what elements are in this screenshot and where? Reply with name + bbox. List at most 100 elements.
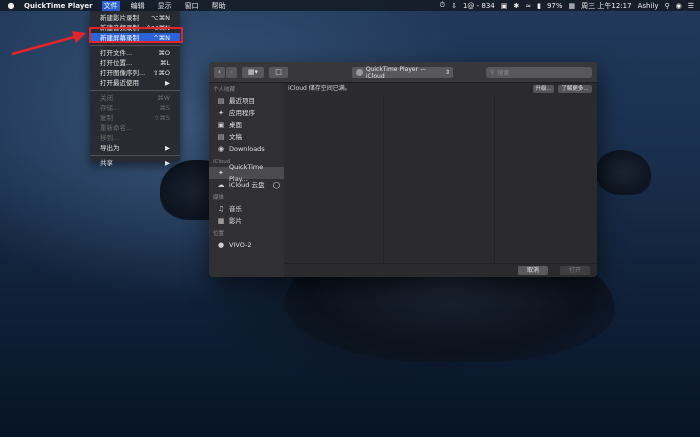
sidebar-item-documents[interactable]: ▤ 文稿: [209, 131, 284, 143]
menu-separator: [90, 155, 180, 156]
location-popup-label: QuickTime Player — iCloud: [365, 65, 426, 80]
sidebar-item-vivo-2[interactable]: ● VIVO-2: [209, 239, 284, 251]
submenu-arrow-icon: ▶: [165, 79, 170, 87]
sidebar-item-label: Downloads: [229, 145, 265, 153]
clock[interactable]: 周三 上午12:17: [581, 1, 631, 11]
bluetooth-icon[interactable]: ✱: [513, 2, 519, 10]
quicktime-icon: [356, 69, 363, 76]
browser-column[interactable]: [284, 95, 384, 263]
chevron-updown-icon: ⇕: [444, 69, 450, 76]
annotation-highlight-box: [89, 27, 183, 43]
menu-item-shortcut: ⌘S: [159, 104, 170, 112]
music-icon: ♫: [217, 205, 225, 213]
download-status-icon[interactable]: ⇩: [451, 2, 457, 10]
menu-item-label: 打开文件...: [100, 49, 133, 57]
menu-item-shortcut: ⌘L: [159, 59, 170, 67]
back-button[interactable]: ‹: [214, 67, 225, 78]
menu-item-save[interactable]: 存储... ⌘S: [90, 103, 180, 113]
cloud-icon: ☁: [217, 181, 225, 189]
sidebar-item-quicktime-player[interactable]: ✦ QuickTime Play...: [209, 163, 284, 183]
menu-item-shortcut: ⌥⌘N: [151, 14, 170, 22]
menu-help[interactable]: 帮助: [210, 1, 228, 11]
open-file-dialog: ‹ › ▦▾ □ QuickTime Player — iCloud ⇕ ⚲ 搜…: [209, 62, 597, 277]
learn-more-button[interactable]: 了解更多...: [558, 85, 592, 93]
location-popup[interactable]: QuickTime Player — iCloud ⇕: [352, 65, 453, 80]
recents-icon: ▤: [217, 97, 225, 105]
menu-view[interactable]: 显示: [156, 1, 174, 11]
applications-icon: ✦: [218, 109, 224, 117]
menu-item-duplicate[interactable]: 复制 ⇧⌘S: [90, 113, 180, 123]
browser-column[interactable]: [385, 95, 495, 263]
forward-button[interactable]: ›: [226, 67, 237, 78]
sidebar-item-applications[interactable]: ✦ 应用程序: [209, 107, 284, 119]
progress-pie-icon: ◯: [272, 181, 280, 189]
sidebar-item-icloud-drive[interactable]: ☁ iCloud 云盘 ◯: [209, 179, 284, 191]
search-icon[interactable]: ⚲: [664, 2, 669, 10]
menu-item-close[interactable]: 关闭 ⌘W: [90, 93, 180, 103]
menu-item-label: 导出为: [100, 144, 120, 152]
menu-item-open-recent[interactable]: 打开最近使用 ▶: [90, 78, 180, 88]
sidebar-item-movies[interactable]: ▦ 影片: [209, 215, 284, 227]
sidebar-item-label: iCloud 云盘: [229, 181, 265, 189]
disk-icon: ●: [217, 241, 225, 249]
sidebar-item-label: 应用程序: [229, 109, 255, 117]
downloads-icon: ◉: [217, 145, 225, 153]
menu-item-move-to[interactable]: 移到...: [90, 133, 180, 143]
menu-window[interactable]: 窗口: [183, 1, 201, 11]
dialog-sidebar: 个人收藏 ▤ 最近项目 ✦ 应用程序 ▣ 桌面 ▤ 文稿 ◉ Downloads…: [209, 83, 284, 277]
quicktime-icon: ✦: [218, 169, 224, 177]
timemachine-icon[interactable]: ⏱: [440, 1, 445, 10]
apple-icon[interactable]: ●: [6, 1, 16, 10]
sidebar-item-music[interactable]: ♫ 音乐: [209, 203, 284, 215]
menu-item-label: 打开图像序列...: [100, 69, 146, 77]
menu-item-label: 共享: [100, 159, 113, 167]
menu-item-share[interactable]: 共享 ▶: [90, 158, 180, 168]
sidebar-item-recents[interactable]: ▤ 最近项目: [209, 95, 284, 107]
status-battery-label[interactable]: 1@ - 834: [463, 2, 495, 10]
siri-icon[interactable]: ◉: [676, 2, 682, 10]
menu-item-rename[interactable]: 重新命名...: [90, 123, 180, 133]
app-name-menu[interactable]: QuickTime Player: [24, 2, 93, 10]
menu-item-shortcut: ⌘W: [157, 94, 170, 102]
open-button[interactable]: 打开: [560, 266, 590, 275]
menu-file[interactable]: 文件: [101, 0, 120, 11]
file-browser-content: iCloud 储存空间已满。 升级... 了解更多...: [284, 83, 597, 263]
sidebar-item-label: 文稿: [229, 133, 242, 141]
search-input[interactable]: ⚲ 搜索: [486, 67, 592, 78]
menu-item-open-file[interactable]: 打开文件... ⌘O: [90, 48, 180, 58]
sidebar-item-label: 音乐: [229, 205, 242, 213]
battery-percent[interactable]: 97%: [547, 2, 563, 10]
menu-item-label: 打开最近使用: [100, 79, 139, 87]
movies-icon: ▦: [217, 217, 225, 225]
view-mode-button[interactable]: ▦▾: [242, 67, 264, 78]
dialog-bottom-bar: 取消 打开: [284, 263, 597, 277]
display-icon[interactable]: ▣: [501, 2, 508, 10]
submenu-arrow-icon: ▶: [165, 144, 170, 152]
battery-icon[interactable]: ▮: [537, 2, 541, 10]
notification-center-icon[interactable]: ☰: [688, 2, 694, 10]
cancel-button[interactable]: 取消: [518, 266, 548, 275]
user-name[interactable]: Ashily: [638, 2, 659, 10]
annotation-arrow-icon: [11, 31, 86, 56]
input-source-icon[interactable]: ▦: [569, 2, 576, 10]
search-icon: ⚲: [490, 69, 495, 76]
banner-text: iCloud 储存空间已满。: [288, 85, 351, 92]
menu-edit[interactable]: 编辑: [129, 1, 147, 11]
menu-separator: [90, 45, 180, 46]
documents-icon: ▤: [217, 133, 225, 141]
menu-item-label: 存储...: [100, 104, 120, 112]
sidebar-header-media: 媒体: [213, 195, 225, 201]
menu-item-label: 打开位置...: [100, 59, 133, 67]
sidebar-item-label: VIVO-2: [229, 241, 252, 249]
wifi-icon[interactable]: ≈: [525, 2, 531, 10]
menu-separator: [90, 90, 180, 91]
menu-item-open-image-sequence[interactable]: 打开图像序列... ⇧⌘O: [90, 68, 180, 78]
menu-item-open-location[interactable]: 打开位置... ⌘L: [90, 58, 180, 68]
menu-item-new-movie-recording[interactable]: 新建影片录制 ⌥⌘N: [90, 13, 180, 23]
menu-item-export-as[interactable]: 导出为 ▶: [90, 143, 180, 153]
upgrade-button[interactable]: 升级...: [533, 85, 554, 93]
sidebar-item-desktop[interactable]: ▣ 桌面: [209, 119, 284, 131]
search-placeholder: 搜索: [497, 70, 510, 77]
sidebar-item-downloads[interactable]: ◉ Downloads: [209, 143, 284, 155]
new-folder-icon[interactable]: □: [269, 67, 288, 78]
